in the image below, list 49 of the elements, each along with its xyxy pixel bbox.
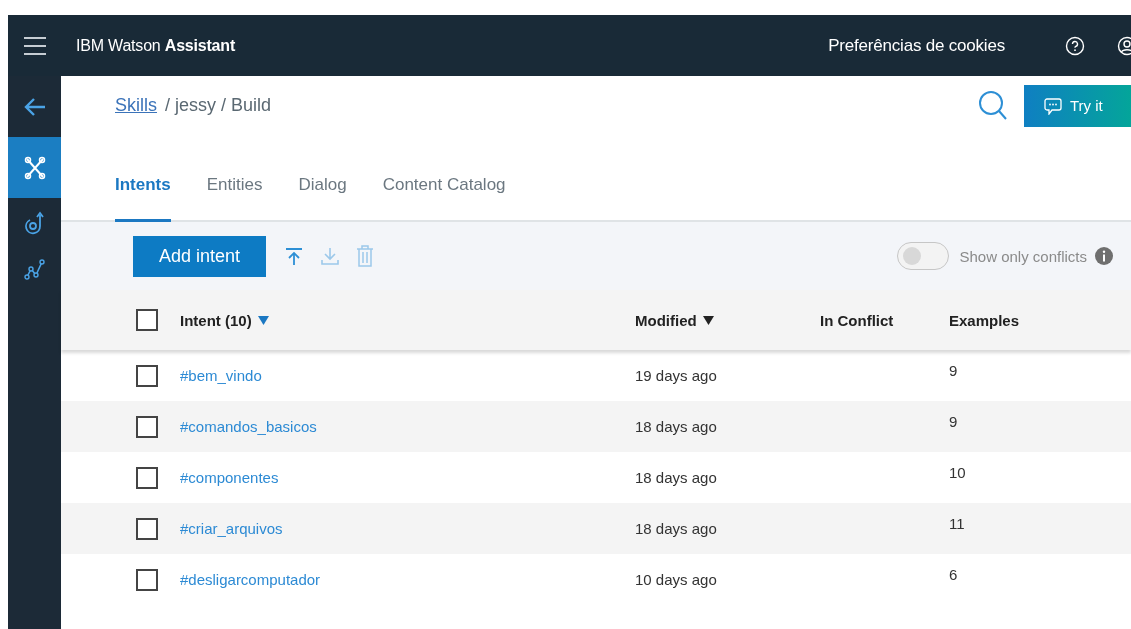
select-all-checkbox[interactable] (136, 309, 158, 331)
product-name: IBM Watson Assistant (76, 36, 236, 55)
breadcrumb-link[interactable]: Skills (115, 95, 157, 116)
intent-link[interactable]: #criar_arquivos (180, 520, 635, 537)
user-icon[interactable] (1117, 35, 1131, 56)
table-cell-text: 10 days ago (635, 571, 718, 588)
search-icon[interactable] (978, 89, 1008, 122)
toggle-switch[interactable] (897, 242, 950, 270)
row-checkbox[interactable] (136, 517, 158, 540)
table-cell-text: 18 days ago (635, 520, 718, 537)
sort-arrow-icon (257, 315, 269, 325)
row-checkbox[interactable] (136, 466, 158, 489)
sort-arrow-icon (702, 315, 714, 325)
intent-link[interactable]: #comandos_basicos (180, 418, 635, 435)
row-checkbox[interactable] (136, 415, 158, 438)
column-header[interactable]: Modified (635, 311, 820, 329)
row-checkbox[interactable] (136, 364, 158, 387)
table-cell-text: 9 (949, 361, 958, 379)
tools-icon (23, 155, 46, 180)
table-cell-text: 9 (949, 412, 958, 430)
breadcrumb-path: / jessy / Build (165, 95, 272, 116)
chat-bubble-icon (1044, 96, 1062, 115)
menu-icon[interactable] (24, 36, 46, 55)
cookie-preferences-link[interactable]: Preferências de cookies (828, 35, 1005, 56)
intent-link[interactable]: #componentes (180, 469, 635, 486)
sidebar-item[interactable] (8, 137, 61, 198)
info-icon[interactable] (1095, 247, 1113, 265)
intent-link[interactable]: #desligarcomputador (180, 571, 635, 588)
table-cell-text: 19 days ago (635, 367, 718, 384)
add-intent-button[interactable]: Add intent (133, 235, 266, 277)
upload-icon[interactable] (284, 246, 304, 266)
column-header[interactable]: Intent (10) (180, 311, 635, 329)
column-header: In Conflict (820, 311, 895, 329)
toggle-label: Show only conflicts (959, 247, 1087, 265)
row-checkbox[interactable] (136, 568, 158, 591)
table-cell-text: 10 (949, 463, 966, 481)
table-cell-text: 18 days ago (635, 418, 718, 435)
line-graph-icon (23, 256, 46, 281)
column-header: Examples (949, 311, 1020, 329)
table-cell-text: 18 days ago (635, 469, 718, 486)
table-cell-text: 11 (949, 514, 965, 532)
tab[interactable]: Dialog (298, 175, 347, 222)
help-icon[interactable] (1065, 35, 1085, 56)
back-arrow-icon (22, 96, 47, 117)
intent-link[interactable]: #bem_vindo (180, 367, 635, 384)
table-cell-text: 6 (949, 565, 958, 583)
tab[interactable]: Entities (206, 175, 263, 222)
tab[interactable]: Content Catalog (382, 175, 506, 222)
try-it-button[interactable]: Try it (1024, 84, 1131, 127)
